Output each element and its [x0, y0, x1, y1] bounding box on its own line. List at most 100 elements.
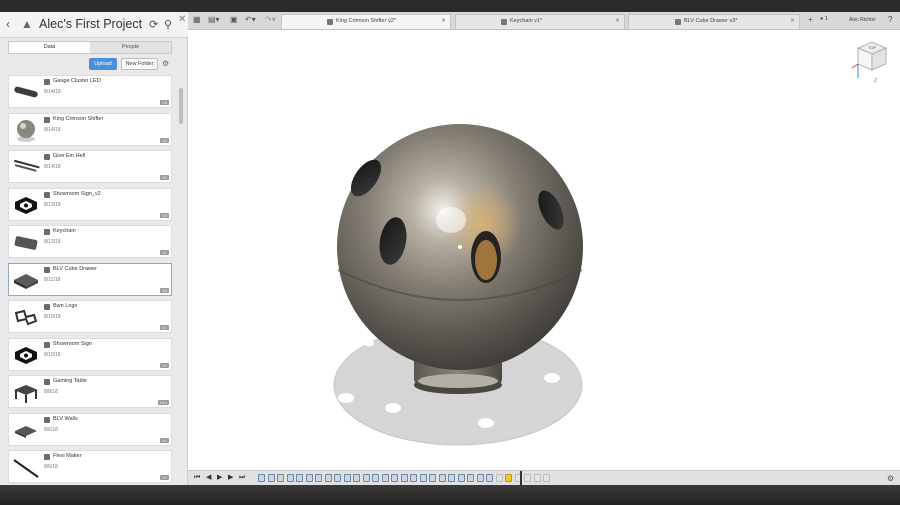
timeline-gear-icon[interactable]: ⚙: [887, 474, 894, 483]
view-cube[interactable]: TOP Z: [852, 38, 892, 84]
timeline-feature[interactable]: [277, 474, 284, 482]
notifications[interactable]: ● 1: [820, 16, 828, 22]
timeline-feature[interactable]: [267, 474, 275, 482]
version-badge[interactable]: V1: [160, 175, 169, 180]
panel-scrollbar[interactable]: [179, 88, 183, 124]
close-tab-icon[interactable]: ✕: [790, 17, 795, 24]
timeline-marker[interactable]: [520, 471, 522, 485]
tab-people[interactable]: People: [90, 42, 171, 53]
back-icon[interactable]: ‹: [6, 17, 10, 31]
version-badge[interactable]: V1: [160, 250, 169, 255]
upload-button[interactable]: Upload: [89, 58, 117, 70]
design-item[interactable]: BLV Cube Drawer 8/11/18 V3: [8, 262, 172, 296]
timeline-feature[interactable]: [305, 474, 313, 482]
close-tab-icon[interactable]: ✕: [441, 17, 446, 24]
go-to-end-icon[interactable]: ⏭: [239, 473, 245, 483]
design-name: Flexi Maker: [53, 453, 82, 459]
version-badge[interactable]: V3: [160, 287, 169, 293]
version-badge[interactable]: V1: [160, 325, 169, 330]
timeline-feature[interactable]: [505, 474, 512, 482]
timeline-feature[interactable]: [315, 474, 322, 482]
document-tab-label: BLV Cube Drawer v3*: [684, 18, 738, 24]
design-date: 8/13/18: [44, 239, 61, 245]
close-panel-icon[interactable]: ✕: [178, 14, 186, 25]
timeline-feature[interactable]: [476, 474, 484, 482]
design-canvas[interactable]: TOP Z: [188, 30, 900, 470]
new-tab-icon[interactable]: +: [808, 15, 813, 25]
timeline-feature[interactable]: [343, 474, 351, 482]
design-item[interactable]: Gaming Table 8/8/18 V10: [8, 375, 172, 408]
design-thumbnail: [12, 118, 40, 143]
timeline-feature[interactable]: [533, 474, 541, 482]
save-icon[interactable]: ▣: [230, 15, 238, 25]
timeline-feature[interactable]: [372, 474, 379, 482]
step-back-icon[interactable]: ◀: [206, 473, 211, 483]
timeline-feature[interactable]: [296, 474, 303, 482]
timeline-feature[interactable]: [400, 474, 408, 482]
version-badge[interactable]: V1: [160, 437, 169, 443]
version-badge[interactable]: V2: [160, 137, 169, 143]
timeline-feature[interactable]: [495, 474, 503, 482]
version-badge[interactable]: V3: [160, 212, 169, 218]
design-thumbnail: [12, 305, 40, 330]
design-item[interactable]: BLV Walls 8/6/18 V1: [8, 412, 172, 446]
timeline-feature[interactable]: [524, 474, 531, 482]
gear-icon[interactable]: ⚙: [162, 58, 169, 70]
grid-menu-icon[interactable]: ▦: [193, 15, 201, 25]
document-tab[interactable]: Keychain v1* ✕: [455, 14, 625, 29]
timeline-feature[interactable]: [438, 474, 446, 482]
timeline-feature[interactable]: [457, 474, 465, 482]
step-forward-icon[interactable]: ▶: [228, 473, 233, 483]
version-badge[interactable]: V1: [160, 475, 169, 480]
design-item[interactable]: Showroom Sign 8/10/18 V1: [8, 337, 172, 371]
timeline-feature[interactable]: [486, 474, 493, 482]
new-folder-button[interactable]: New Folder: [121, 58, 158, 70]
document-tab[interactable]: King Crimson Shifter v2* ✕: [281, 14, 451, 29]
timeline-feature[interactable]: [353, 474, 360, 482]
close-tab-icon[interactable]: ✕: [615, 17, 620, 24]
help-icon[interactable]: ?: [888, 15, 892, 24]
play-icon[interactable]: ▶: [217, 473, 222, 483]
user-name[interactable]: Alec Richter: [849, 17, 876, 23]
design-date: 8/6/18: [44, 464, 58, 470]
version-badge[interactable]: V1: [160, 362, 169, 368]
design-item[interactable]: Keychain 8/13/18 V1: [8, 225, 172, 258]
timeline-feature[interactable]: [429, 474, 436, 482]
timeline-feature[interactable]: [258, 474, 265, 482]
design-item[interactable]: Give Em Hell 8/14/18 V1: [8, 150, 172, 183]
tab-data[interactable]: Data: [9, 42, 90, 53]
design-date: 8/14/18: [44, 89, 61, 95]
timeline-feature[interactable]: [543, 474, 550, 482]
design-item[interactable]: Showroom Sign_v2 8/13/18 V3: [8, 187, 172, 221]
design-item[interactable]: Bwn Logo 8/10/18 V1: [8, 300, 172, 333]
version-badge[interactable]: V10: [157, 400, 169, 405]
timeline-feature[interactable]: [448, 474, 455, 482]
file-menu-icon[interactable]: ▤▾: [208, 15, 220, 25]
design-thumbnail: [12, 343, 40, 368]
design-item[interactable]: Gauge Cluster LED 8/14/18 V3: [8, 75, 172, 108]
hub-icon[interactable]: ▲: [21, 17, 33, 31]
design-cube-icon: [44, 116, 50, 123]
redo-icon[interactable]: ↷▾: [265, 15, 276, 25]
timeline-feature[interactable]: [467, 474, 474, 482]
viewport-svg[interactable]: [188, 30, 900, 470]
design-item[interactable]: King Crimson Shifter 8/14/18 V2: [8, 112, 172, 146]
search-icon[interactable]: ⚲: [164, 18, 172, 31]
go-to-start-icon[interactable]: ⏮: [194, 473, 200, 483]
timeline-feature[interactable]: [362, 474, 370, 482]
timeline-feature[interactable]: [324, 474, 332, 482]
timeline-feature[interactable]: [419, 474, 427, 482]
version-badge[interactable]: V3: [160, 100, 169, 105]
design-name: Showroom Sign: [53, 340, 92, 347]
timeline-feature[interactable]: [391, 474, 398, 482]
refresh-icon[interactable]: ⟳: [149, 18, 158, 31]
timeline-feature[interactable]: [334, 474, 341, 482]
timeline-feature[interactable]: [410, 474, 417, 482]
design-cube-icon: [675, 19, 681, 25]
document-tab[interactable]: BLV Cube Drawer v3* ✕: [628, 14, 800, 29]
undo-icon[interactable]: ↶▾: [245, 15, 256, 25]
design-item[interactable]: Flexi Maker 8/6/18 V1: [8, 450, 172, 483]
timeline-feature[interactable]: [381, 474, 389, 482]
design-date: 8/11/18: [44, 276, 61, 283]
timeline-feature[interactable]: [286, 474, 294, 482]
